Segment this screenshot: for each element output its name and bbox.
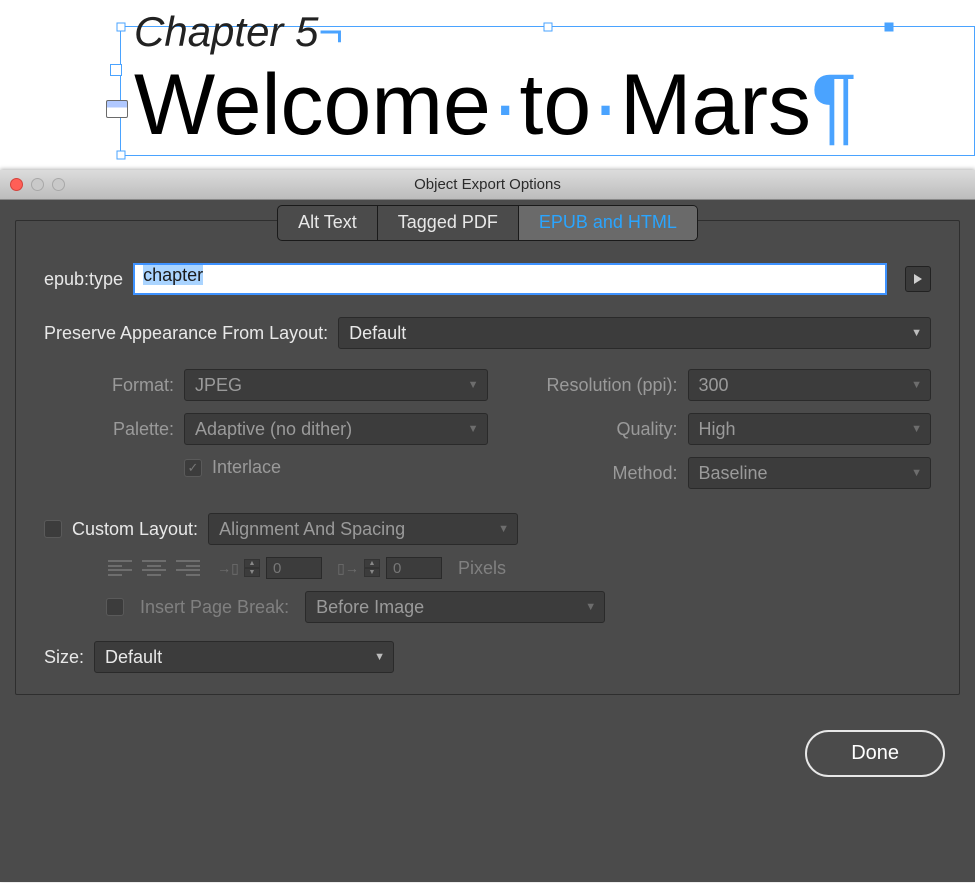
method-label: Method: <box>488 463 678 484</box>
chevron-down-icon: ▼ <box>468 423 479 435</box>
align-center-icon[interactable] <box>140 557 168 579</box>
chevron-down-icon: ▼ <box>468 379 479 391</box>
done-button[interactable]: Done <box>805 730 945 777</box>
insert-page-break-label: Insert Page Break: <box>140 597 289 618</box>
align-left-icon[interactable] <box>106 557 134 579</box>
space-before-stepper[interactable]: →▯ ▲▼ 0 <box>218 557 322 579</box>
object-export-tag-icon <box>106 100 128 118</box>
space-after-value[interactable]: 0 <box>386 557 442 579</box>
chevron-down-icon: ▼ <box>911 467 922 479</box>
space-dot-icon: · <box>591 57 620 153</box>
preserve-label: Preserve Appearance From Layout: <box>44 323 328 344</box>
custom-layout-select[interactable]: Alignment And Spacing▼ <box>208 513 518 545</box>
custom-layout-row: Custom Layout: Alignment And Spacing▼ <box>16 507 959 551</box>
page-break-row: Insert Page Break: Before Image▼ <box>16 585 959 629</box>
quality-select[interactable]: High▼ <box>688 413 932 445</box>
space-after-icon: ▯→ <box>338 558 358 578</box>
interlace-label: Interlace <box>212 457 281 478</box>
dialog-footer: Done <box>0 710 975 777</box>
title-word-2: to <box>520 57 592 153</box>
document-canvas: Chapter 5¬ Welcome·to·Mars¶ <box>0 0 975 170</box>
size-label: Size: <box>44 647 84 668</box>
format-label: Format: <box>44 375 174 396</box>
tab-tagged-pdf[interactable]: Tagged PDF <box>378 206 519 240</box>
space-unit-label: Pixels <box>458 558 506 579</box>
space-before-value[interactable]: 0 <box>266 557 322 579</box>
method-select[interactable]: Baseline▼ <box>688 457 932 489</box>
chevron-down-icon: ▼ <box>911 327 922 339</box>
titlebar: Object Export Options <box>0 170 975 200</box>
palette-select[interactable]: Adaptive (no dither)▼ <box>184 413 488 445</box>
selection-handle-sw[interactable] <box>117 151 126 160</box>
title-word-1: Welcome <box>134 57 491 153</box>
selection-handle-nw[interactable] <box>117 23 126 32</box>
quality-label: Quality: <box>488 419 678 440</box>
selection-handle-n[interactable] <box>543 23 552 32</box>
interlace-checkbox[interactable] <box>184 459 202 477</box>
chevron-down-icon: ▼ <box>585 601 596 613</box>
resolution-label: Resolution (ppi): <box>488 375 678 396</box>
tab-bar: Alt Text Tagged PDF EPUB and HTML <box>16 205 959 241</box>
inport-handle[interactable] <box>110 64 122 76</box>
preserve-select[interactable]: Default ▼ <box>338 317 931 349</box>
alignment-group <box>106 557 202 579</box>
tab-epub-html[interactable]: EPUB and HTML <box>519 206 697 240</box>
align-right-icon[interactable] <box>174 557 202 579</box>
resolution-select[interactable]: 300▼ <box>688 369 932 401</box>
title-line: Welcome·to·Mars¶ <box>134 55 857 155</box>
window-title: Object Export Options <box>0 176 975 193</box>
tab-alt-text[interactable]: Alt Text <box>278 206 378 240</box>
title-word-3: Mars <box>620 57 811 153</box>
panel-frame: Alt Text Tagged PDF EPUB and HTML epub:t… <box>15 220 960 695</box>
palette-label: Palette: <box>44 419 174 440</box>
custom-layout-label: Custom Layout: <box>72 519 198 540</box>
object-export-options-dialog: Object Export Options Alt Text Tagged PD… <box>0 170 975 882</box>
chevron-down-icon: ▼ <box>374 651 385 663</box>
custom-layout-checkbox[interactable] <box>44 520 62 538</box>
play-icon <box>913 273 923 285</box>
preserve-row: Preserve Appearance From Layout: Default… <box>16 311 959 355</box>
epub-type-row: epub:type chapter <box>16 257 959 301</box>
chevron-down-icon: ▼ <box>911 423 922 435</box>
image-options-grid: Format: JPEG▼ Palette: Adaptive (no dith… <box>16 363 959 495</box>
chapter-label: Chapter 5 <box>134 8 318 55</box>
epub-type-input[interactable]: chapter <box>133 263 887 295</box>
epub-type-menu-button[interactable] <box>905 266 931 292</box>
chevron-down-icon: ▼ <box>498 523 509 535</box>
alignment-spacing-row: →▯ ▲▼ 0 ▯→ ▲▼ 0 Pixels <box>16 551 959 585</box>
insert-page-break-select[interactable]: Before Image▼ <box>305 591 605 623</box>
size-row: Size: Default▼ <box>16 635 959 679</box>
epub-type-label: epub:type <box>44 269 123 290</box>
line-break-glyph: ¬ <box>318 8 343 55</box>
chevron-down-icon: ▼ <box>911 379 922 391</box>
pilcrow-icon: ¶ <box>811 57 857 153</box>
preserve-value: Default <box>349 323 406 344</box>
insert-page-break-checkbox[interactable] <box>106 598 124 616</box>
format-select[interactable]: JPEG▼ <box>184 369 488 401</box>
epub-type-value: chapter <box>143 265 203 285</box>
size-select[interactable]: Default▼ <box>94 641 394 673</box>
selection-handle-ne[interactable] <box>884 23 893 32</box>
chapter-line: Chapter 5¬ <box>134 8 343 57</box>
space-after-stepper[interactable]: ▯→ ▲▼ 0 <box>338 557 442 579</box>
space-before-icon: →▯ <box>218 558 238 578</box>
space-dot-icon: · <box>491 57 520 153</box>
